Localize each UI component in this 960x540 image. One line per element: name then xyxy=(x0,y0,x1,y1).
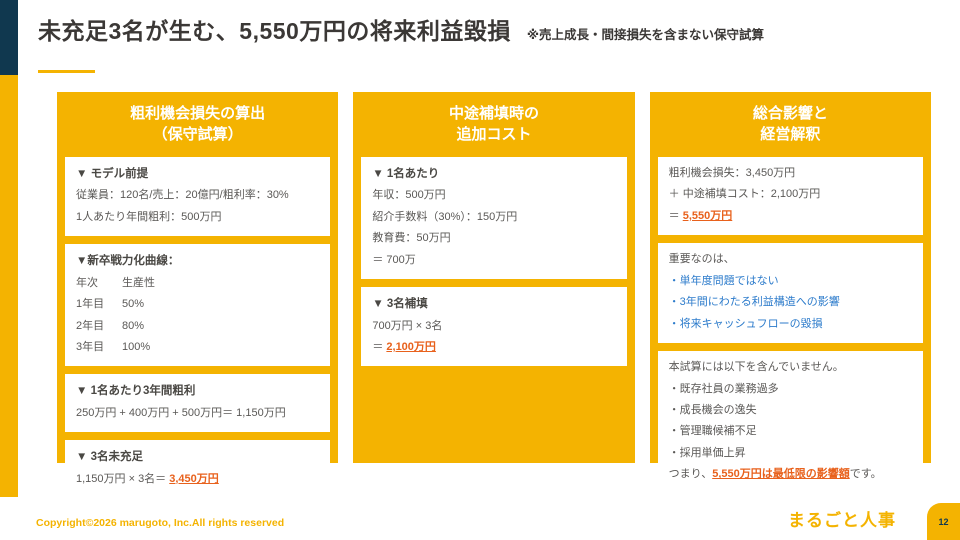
exclusion-bullet: ・成長機会の逸失 xyxy=(668,403,757,416)
table-cell-year: 1年目 xyxy=(76,298,105,311)
box-title: ▼ 1名あたり xyxy=(372,168,440,180)
sum-line: 粗利機会損失：3,450万円 xyxy=(668,167,796,179)
left-accent-navy-bar xyxy=(0,0,18,75)
column1-header-line2: （保守試算） xyxy=(152,126,243,143)
column3-header: 総合影響と 経営解釈 xyxy=(658,103,923,145)
columns-container: 粗利機会損失の算出 （保守試算） ▼ モデル前提 従業員：120名/売上：20億… xyxy=(57,92,931,499)
assumption-line: 従業員：120名/売上：20億円/粗利率：30% xyxy=(76,189,289,202)
table-header-productivity: 生産性 xyxy=(122,276,155,289)
conclusion-highlight: 5,550万円は最低限の影響額 xyxy=(712,468,850,481)
title-note: ※売上成長・間接損失を含まない保守試算 xyxy=(526,28,765,42)
sum-result-line: ＝ 5,550万円 xyxy=(669,206,912,227)
column3-header-line2: 経営解釈 xyxy=(760,126,821,143)
conclusion-prefix: つまり、 xyxy=(668,468,713,481)
assumption-line: 1人あたり年間粗利：500万円 xyxy=(76,210,222,223)
three-replacement-box: ▼ 3名補填 700万円 × 3名 ＝ 2,100万円 xyxy=(361,287,627,367)
key-points-box: 重要なのは、 ・単年度問題ではない ・3年間にわたる利益構造への影響 ・将来キャ… xyxy=(657,243,923,344)
table-header-row: 年次 生産性 xyxy=(76,273,319,294)
column-replacement-cost: 中途補填時の 追加コスト ▼ 1名あたり 年収：500万円 紹介手数料（30%）… xyxy=(353,92,635,463)
table-cell-year: 3年目 xyxy=(76,341,105,354)
highlight-amount: 3,450万円 xyxy=(169,472,219,485)
column2-header-line2: 追加コスト xyxy=(456,126,532,143)
calculation-line: 700万円 × 3名 xyxy=(372,319,443,332)
table-cell-value: 100% xyxy=(122,341,151,354)
key-point-bullet: ・3年間にわたる利益構造への影響 xyxy=(668,296,840,309)
title-underline xyxy=(38,70,95,73)
total-sum-box: 粗利機会損失：3,450万円 ＋ 中途補填コスト：2,100万円 ＝ 5,550… xyxy=(657,157,923,236)
exclusion-bullet: ・採用単価上昇 xyxy=(668,446,746,459)
conclusion-suffix: です。 xyxy=(849,468,882,481)
column3-header-line1: 総合影響と xyxy=(752,105,828,122)
three-year-gross-profit-box: ▼ 1名あたり3年間粗利 250万円 + 400万円 + 500万円＝ 1,15… xyxy=(65,374,331,433)
exclusion-bullet: ・管理職候補不足 xyxy=(668,425,757,438)
key-points-intro: 重要なのは、 xyxy=(668,253,735,266)
calculation-line: 1,150万円 × 3名＝ 3,450万円 xyxy=(76,469,319,490)
three-unfilled-box: ▼ 3名未充足 1,150万円 × 3名＝ 3,450万円 xyxy=(65,440,331,499)
highlight-amount: 2,100万円 xyxy=(386,341,436,354)
column2-header: 中途補填時の 追加コスト xyxy=(361,103,626,145)
calculation-result-line: ＝ 2,100万円 xyxy=(372,337,615,358)
calc-prefix: ＝ xyxy=(372,341,387,354)
exclusions-box: 本試算には以下を含んでいません。 ・既存社員の業務過多 ・成長機会の逸失 ・管理… xyxy=(657,351,923,494)
model-assumptions-box: ▼ モデル前提 従業員：120名/売上：20億円/粗利率：30% 1人あたり年間… xyxy=(65,157,331,237)
cost-total-line: ＝ 700万 xyxy=(372,253,416,266)
calculation-line: 250万円 + 400万円 + 500万円＝ 1,150万円 xyxy=(76,406,286,419)
table-cell-value: 50% xyxy=(122,298,145,311)
key-point-bullet: ・単年度問題ではない xyxy=(668,274,779,287)
box-title: ▼ 3名補填 xyxy=(372,298,428,311)
table-cell-year: 2年目 xyxy=(76,319,105,332)
key-point-bullet: ・将来キャッシュフローの毀損 xyxy=(668,317,823,330)
table-cell-value: 80% xyxy=(122,319,145,332)
calc-prefix: 1,150万円 × 3名＝ xyxy=(76,472,170,485)
table-row: 3年目 100% xyxy=(76,337,319,358)
column1-header: 粗利機会損失の算出 （保守試算） xyxy=(65,103,330,145)
exclusions-intro: 本試算には以下を含んでいません。 xyxy=(668,361,844,374)
box-title: ▼ 1名あたり3年間粗利 xyxy=(76,385,196,398)
sum-line: ＋ 中途補填コスト：2,100万円 xyxy=(668,188,821,201)
table-row: 1年目 50% xyxy=(76,294,319,315)
page-title: 未充足3名が生む、5,550万円の将来利益毀損 xyxy=(38,18,511,44)
cost-line: 年収：500万円 xyxy=(372,189,446,202)
exclusion-bullet: ・既存社員の業務過多 xyxy=(668,382,779,395)
page-number: 12 xyxy=(938,516,949,527)
box-title: ▼ 3名未充足 xyxy=(76,451,143,464)
calc-prefix: ＝ xyxy=(668,209,683,222)
ramp-up-curve-box: ▼新卒戦力化曲線： 年次 生産性 1年目 50% 2年目 80% 3年目 100… xyxy=(65,244,331,367)
table-row: 2年目 80% xyxy=(76,316,319,337)
box-title: ▼新卒戦力化曲線： xyxy=(76,255,180,268)
column-gross-profit-loss: 粗利機会損失の算出 （保守試算） ▼ モデル前提 従業員：120名/売上：20億… xyxy=(57,92,339,499)
column1-header-line1: 粗利機会損失の算出 xyxy=(130,105,266,122)
company-logo: まるごと人事 xyxy=(788,511,896,530)
slide-header: 未充足3名が生む、5,550万円の将来利益毀損 ※売上成長・間接損失を含まない保… xyxy=(38,12,940,73)
per-person-cost-box: ▼ 1名あたり 年収：500万円 紹介手数料（30%）：150万円 教育費：50… xyxy=(361,157,627,280)
copyright-text: Copyright©2026 marugoto, Inc.All rights … xyxy=(36,517,285,529)
left-accent-yellow-bar xyxy=(0,75,18,497)
column2-header-line1: 中途補填時の xyxy=(448,105,539,122)
page-number-badge: 12 xyxy=(927,503,960,540)
cost-line: 紹介手数料（30%）：150万円 xyxy=(372,210,518,223)
cost-line: 教育費：50万円 xyxy=(372,232,451,245)
conclusion-line: つまり、5,550万円は最低限の影響額です。 xyxy=(669,464,912,485)
table-header-year: 年次 xyxy=(76,276,98,289)
column-total-impact: 総合影響と 経営解釈 粗利機会損失：3,450万円 ＋ 中途補填コスト：2,10… xyxy=(649,92,931,494)
highlight-amount: 5,550万円 xyxy=(682,209,733,222)
box-title: ▼ モデル前提 xyxy=(76,168,149,180)
